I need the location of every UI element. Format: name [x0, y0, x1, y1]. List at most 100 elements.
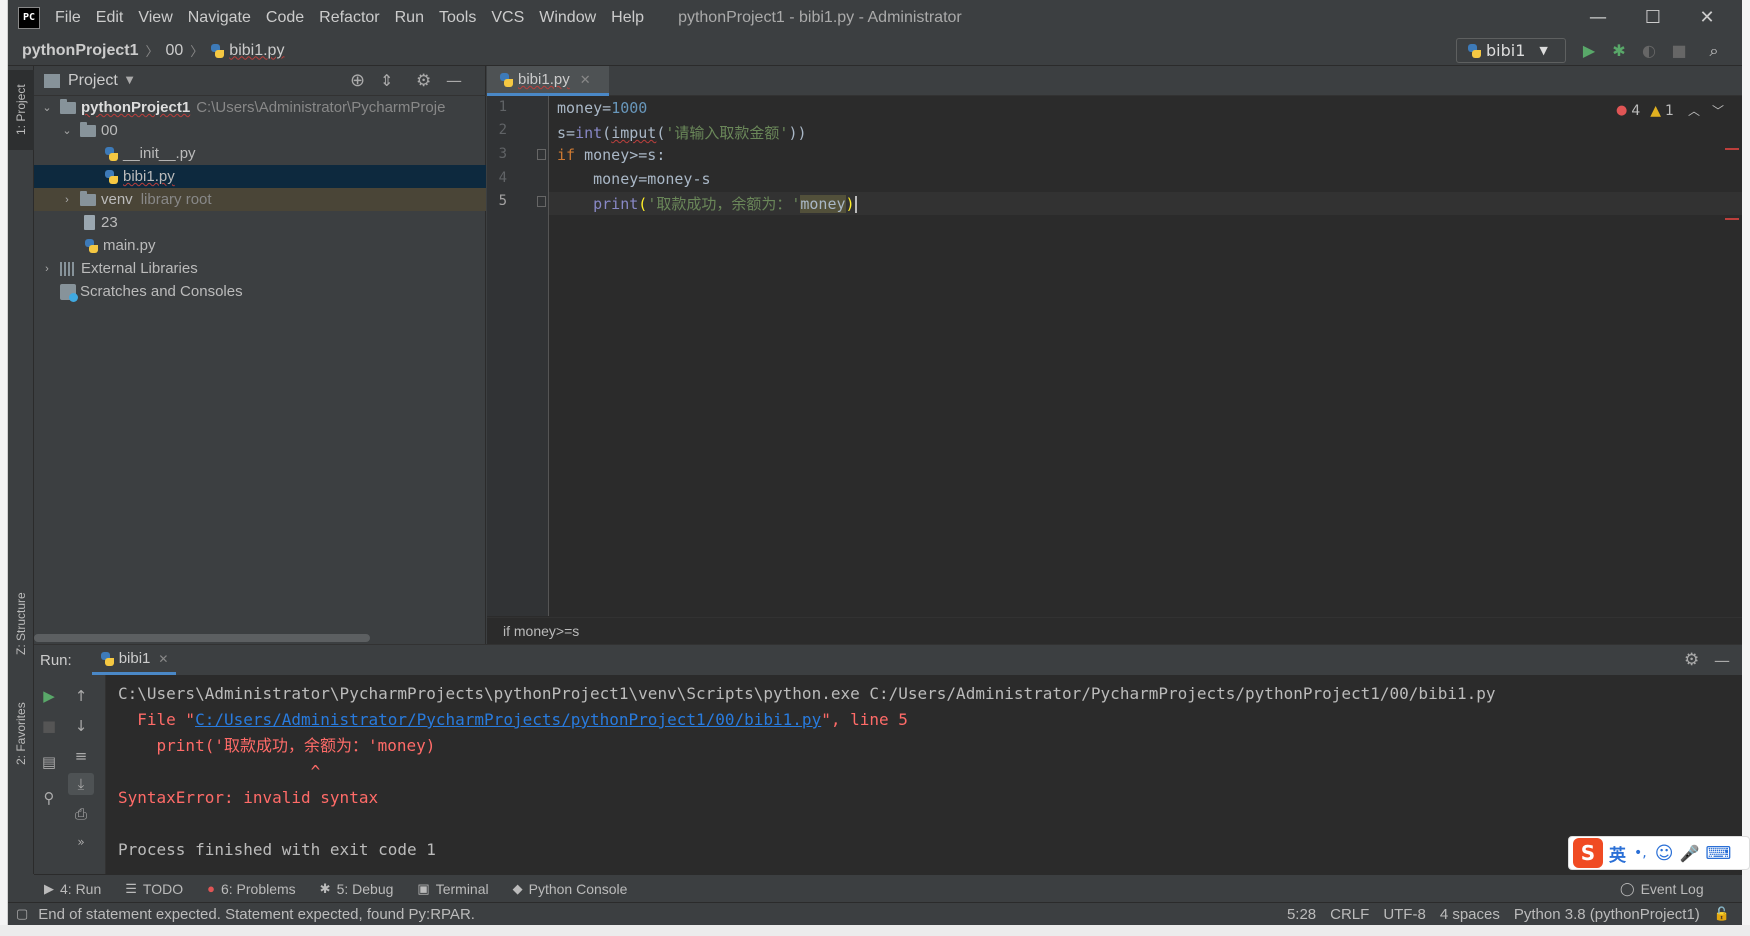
- previous-problem-icon[interactable]: ︿: [1688, 102, 1700, 119]
- emoji-icon[interactable]: ☺: [1655, 843, 1674, 864]
- project-view-select[interactable]: Project: [68, 72, 118, 90]
- lock-icon[interactable]: 🔓: [1714, 906, 1730, 922]
- next-problem-icon[interactable]: ﹀: [1712, 102, 1724, 119]
- python-interpreter[interactable]: Python 3.8 (pythonProject1): [1514, 906, 1700, 923]
- tool-run[interactable]: ▶ 4: Run: [44, 881, 101, 897]
- code-line-1[interactable]: money=1000: [557, 99, 647, 117]
- layout-icon[interactable]: ▤: [38, 751, 60, 773]
- toggle-tool-windows-icon[interactable]: ▢: [16, 906, 28, 922]
- pin-icon[interactable]: ⚲: [38, 787, 60, 809]
- code-token: money>=s:: [575, 146, 666, 164]
- menu-tools[interactable]: Tools: [439, 9, 476, 27]
- rerun-icon[interactable]: ▶: [38, 685, 60, 707]
- tab-project-tool[interactable]: 1: Project: [8, 70, 34, 150]
- tree-item-main-py[interactable]: main.py: [34, 234, 486, 257]
- tool-problems[interactable]: ● 6: Problems: [207, 881, 296, 897]
- gear-icon[interactable]: ⚙: [1684, 650, 1699, 670]
- editor-breadcrumb[interactable]: if money>=s: [503, 623, 579, 639]
- code-line-5[interactable]: print('取款成功，余额为：'money): [557, 193, 857, 214]
- keyboard-icon[interactable]: ⌨: [1705, 843, 1731, 864]
- breadcrumb-folder[interactable]: 00: [165, 42, 183, 60]
- project-tool-label: 1: Project: [14, 84, 28, 136]
- menu-vcs[interactable]: VCS: [491, 9, 524, 27]
- close-button[interactable]: ✕: [1693, 4, 1721, 32]
- microphone-icon[interactable]: 🎤: [1679, 844, 1699, 863]
- tree-item-venv[interactable]: › venv library root: [34, 188, 486, 211]
- tree-item-folder-00[interactable]: ⌄ 00: [34, 119, 486, 142]
- tab-favorites-tool[interactable]: 2: Favorites: [8, 684, 34, 784]
- more-icon[interactable]: »: [70, 831, 92, 853]
- debug-icon[interactable]: ✱: [1608, 40, 1630, 62]
- code-line-2[interactable]: s=int(imput('请输入取款金额')): [557, 122, 807, 143]
- coverage-icon[interactable]: ◐: [1638, 40, 1660, 62]
- menu-code[interactable]: Code: [266, 9, 304, 27]
- code-line-3[interactable]: if money>=s:: [557, 146, 665, 164]
- menu-view[interactable]: View: [138, 9, 172, 27]
- fold-icon[interactable]: [537, 149, 546, 160]
- collapse-all-icon[interactable]: ⇕: [380, 71, 393, 90]
- tool-event-log[interactable]: ◯ Event Log: [1620, 881, 1704, 897]
- tree-item-project-root[interactable]: ⌄ pythonProject1 C:\Users\Administrator\…: [34, 96, 486, 119]
- menu-run[interactable]: Run: [395, 9, 424, 27]
- error-stripe-marker[interactable]: [1725, 218, 1739, 220]
- gear-icon[interactable]: ⚙: [416, 71, 431, 91]
- console-output[interactable]: C:\Users\Administrator\PycharmProjects\p…: [118, 681, 1496, 863]
- tab-bibi1-py[interactable]: bibi1.py ✕: [487, 66, 609, 96]
- run-configuration-select[interactable]: bibi1 ▼: [1456, 38, 1566, 63]
- ime-language-toggle[interactable]: 英: [1609, 841, 1626, 866]
- file-encoding[interactable]: UTF-8: [1383, 906, 1426, 923]
- tool-todo[interactable]: ☰ TODO: [125, 881, 183, 897]
- tree-item-external-libraries[interactable]: › External Libraries: [34, 257, 486, 280]
- hide-icon[interactable]: —: [446, 71, 462, 90]
- close-tab-icon[interactable]: ✕: [580, 72, 591, 88]
- soft-wrap-icon[interactable]: ≡: [70, 745, 92, 767]
- run-icon[interactable]: ▶: [1578, 40, 1600, 62]
- ime-punctuation-toggle[interactable]: •,: [1634, 845, 1647, 861]
- search-icon[interactable]: ⌕: [1703, 40, 1725, 62]
- tree-item-23[interactable]: 23: [34, 211, 486, 234]
- tab-structure-tool[interactable]: Z: Structure: [8, 576, 34, 672]
- tree-item-bibi1-py[interactable]: bibi1.py: [34, 165, 486, 188]
- hide-icon[interactable]: —: [1714, 651, 1730, 670]
- breadcrumb-project[interactable]: pythonProject1: [22, 42, 138, 60]
- menu-navigate[interactable]: Navigate: [188, 9, 251, 27]
- code-line-4[interactable]: money=money-s: [557, 170, 710, 188]
- tool-debug[interactable]: ✱ 5: Debug: [320, 881, 394, 897]
- line-separator[interactable]: CRLF: [1330, 906, 1369, 923]
- inspection-widget[interactable]: ● 4 ▲ 1 ︿ ﹀: [1616, 102, 1724, 119]
- run-tab-bibi1[interactable]: bibi1 ✕: [91, 645, 177, 675]
- print-icon[interactable]: ⎙: [70, 803, 92, 825]
- close-tab-icon[interactable]: ✕: [158, 652, 168, 666]
- caret-position[interactable]: 5:28: [1287, 906, 1316, 923]
- tree-item-init-py[interactable]: __init__.py: [34, 142, 486, 165]
- up-arrow-icon[interactable]: ↑: [70, 685, 92, 707]
- chevron-down-icon[interactable]: ▼: [126, 75, 134, 86]
- console-file-link[interactable]: C:/Users/Administrator/PycharmProjects/p…: [195, 710, 821, 729]
- chevron-down-icon: ⌄: [42, 102, 52, 114]
- menu-edit[interactable]: Edit: [96, 9, 124, 27]
- locate-icon[interactable]: ⊕: [350, 70, 365, 91]
- menu-file[interactable]: File: [55, 9, 81, 27]
- down-arrow-icon[interactable]: ↓: [70, 715, 92, 737]
- code-token: ): [845, 195, 855, 213]
- stop-icon[interactable]: ■: [38, 715, 60, 737]
- menu-help[interactable]: Help: [611, 9, 644, 27]
- menu-window[interactable]: Window: [539, 9, 596, 27]
- maximize-button[interactable]: ☐: [1639, 4, 1667, 32]
- breadcrumb-file[interactable]: bibi1.py: [229, 42, 284, 60]
- tool-terminal[interactable]: ▣ Terminal: [417, 881, 488, 897]
- minimize-button[interactable]: —: [1584, 4, 1612, 32]
- tool-python-console[interactable]: ◆ Python Console: [513, 881, 628, 897]
- menu-refactor[interactable]: Refactor: [319, 9, 379, 27]
- indent-setting[interactable]: 4 spaces: [1440, 906, 1500, 923]
- sogou-logo-icon[interactable]: S: [1573, 838, 1603, 868]
- menu-bar: PC File Edit View Navigate Code Refactor…: [8, 0, 1742, 36]
- fold-icon[interactable]: [537, 196, 546, 207]
- project-horizontal-scrollbar[interactable]: [34, 634, 370, 642]
- stop-icon[interactable]: ■: [1668, 40, 1690, 62]
- error-stripe-marker[interactable]: [1725, 148, 1739, 150]
- tree-item-scratches[interactable]: Scratches and Consoles: [34, 280, 486, 303]
- chevron-down-icon: ⌄: [62, 125, 72, 137]
- scroll-to-end-icon[interactable]: ⤓: [68, 773, 94, 795]
- console-line: C:\Users\Administrator\PycharmProjects\p…: [118, 684, 1496, 703]
